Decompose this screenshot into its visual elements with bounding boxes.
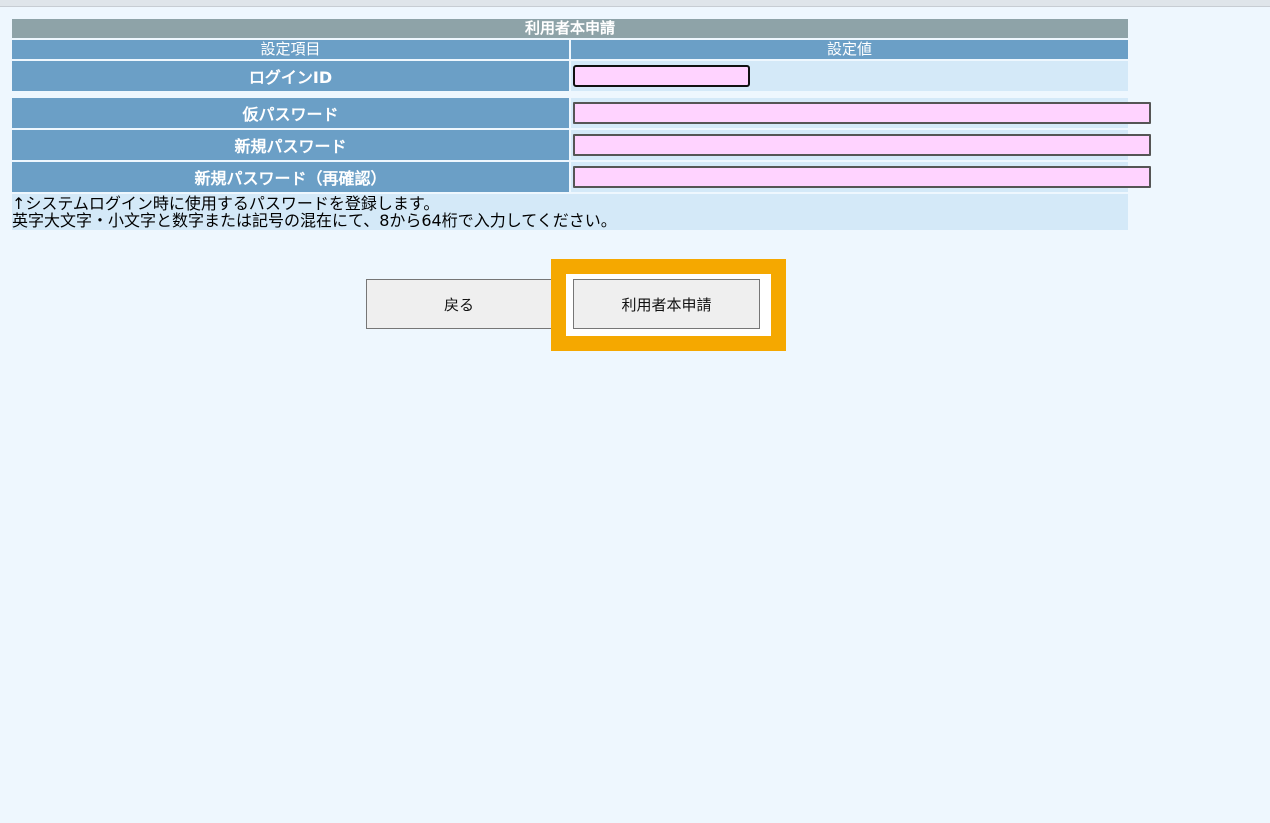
back-button[interactable]: 戻る [366, 279, 552, 329]
login-id-label: ログインID [12, 61, 569, 91]
row-spacer [12, 93, 1128, 96]
new-password-confirm-value-cell [571, 162, 1151, 192]
submit-registration-button[interactable]: 利用者本申請 [573, 279, 760, 329]
registration-form: 利用者本申請 設定項目 設定値 ログインID 仮パスワード 新規パスワード 新規… [10, 17, 1151, 232]
password-note-line-2: 英字大文字・小文字と数字または記号の混在にて、8から64桁で入力してください。 [12, 211, 617, 230]
new-password-confirm-label: 新規パスワード（再確認） [12, 162, 569, 192]
new-password-label: 新規パスワード [12, 130, 569, 160]
new-password-confirm-input[interactable] [573, 166, 1151, 188]
row-temp-password: 仮パスワード [12, 98, 1151, 128]
row-new-password-confirm: 新規パスワード（再確認） [12, 162, 1151, 192]
form-title: 利用者本申請 [12, 19, 1128, 38]
temp-password-value-cell [571, 98, 1151, 128]
password-note: ↑システムログイン時に使用するパスワードを登録します。 英字大文字・小文字と数字… [12, 194, 1128, 230]
browser-top-edge [0, 0, 1270, 7]
temp-password-input[interactable] [573, 102, 1151, 124]
header-setting-value: 設定値 [571, 40, 1128, 59]
temp-password-label: 仮パスワード [12, 98, 569, 128]
row-new-password: 新規パスワード [12, 130, 1151, 160]
registration-table: 利用者本申請 設定項目 設定値 ログインID 仮パスワード 新規パスワード 新規… [10, 17, 1151, 232]
row-login-id: ログインID [12, 61, 1128, 91]
login-id-value-cell [571, 61, 1128, 91]
row-password-note: ↑システムログイン時に使用するパスワードを登録します。 英字大文字・小文字と数字… [12, 194, 1128, 230]
new-password-value-cell [571, 130, 1151, 160]
password-note-line-1: ↑システムログイン時に使用するパスワードを登録します。 [12, 194, 440, 213]
header-setting-item: 設定項目 [12, 40, 569, 59]
new-password-input[interactable] [573, 134, 1151, 156]
login-id-input[interactable] [573, 65, 750, 87]
